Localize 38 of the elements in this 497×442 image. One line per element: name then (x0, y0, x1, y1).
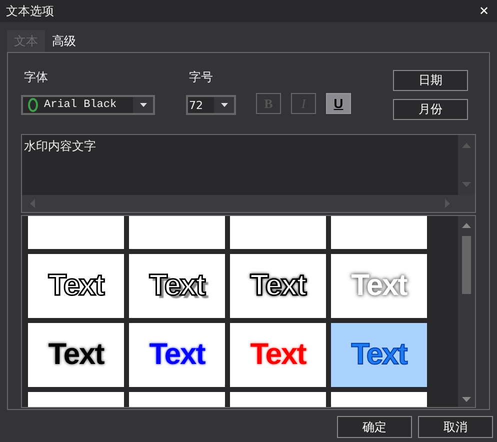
style-sample-text: Text (351, 338, 407, 372)
style-tile[interactable]: Text (28, 323, 124, 387)
style-sample-text: Text (48, 269, 104, 303)
font-dropdown[interactable]: Arial Black (21, 95, 155, 115)
style-tile[interactable]: Text (230, 323, 326, 387)
style-sample-text: Text (250, 338, 306, 372)
scrollbar-thumb[interactable] (462, 236, 471, 294)
insert-button[interactable]: 月份 (393, 99, 468, 120)
scroll-down-icon (462, 182, 471, 187)
underline-button[interactable]: U (326, 93, 351, 114)
dialog-button[interactable]: 取消 (418, 416, 493, 438)
caret-icon (220, 103, 228, 107)
style-sample-text: Text (351, 269, 407, 303)
size-dropdown[interactable]: 72 (186, 95, 236, 115)
dialog-button[interactable]: 确定 (337, 416, 412, 438)
close-button[interactable]: ✕ (476, 4, 491, 18)
style-tile[interactable]: Text (28, 254, 124, 318)
style-tile[interactable]: Text (129, 323, 225, 387)
scroll-up-icon (462, 143, 471, 148)
content-field[interactable]: 水印内容文字 (21, 134, 476, 213)
tab[interactable]: 高级 (45, 30, 83, 52)
style-sample-text: Text (250, 269, 306, 303)
insert-button[interactable]: 日期 (393, 70, 468, 91)
caret-icon (140, 103, 146, 107)
style-sample-text: Text (149, 338, 205, 372)
scroll-up-icon[interactable] (462, 223, 471, 228)
scroll-right-icon (445, 199, 450, 208)
style-tile[interactable]: Text (230, 254, 326, 318)
style-tile[interactable]: Text (129, 254, 225, 318)
font-icon (27, 98, 39, 112)
scroll-left-icon (30, 199, 35, 208)
scroll-down-icon[interactable] (462, 397, 471, 402)
style-tile[interactable]: Text (331, 254, 427, 318)
window-title: 文本选项 (6, 2, 54, 20)
size-label: 字号 (189, 69, 214, 83)
style-sample-text: Text (48, 338, 104, 372)
font-label: 字体 (24, 69, 49, 83)
scrollbar[interactable] (458, 216, 475, 407)
